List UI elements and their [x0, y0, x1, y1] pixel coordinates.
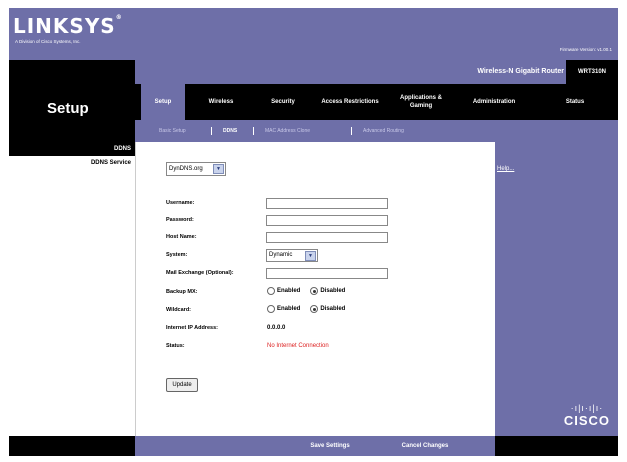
ddns-service-select[interactable]: DynDNS.org ▼ [166, 162, 226, 176]
wildcard-radio-group: Enabled Disabled [267, 305, 355, 313]
backup-mx-enabled-radio[interactable] [267, 287, 275, 295]
backup-mx-label: Backup MX: [166, 289, 198, 295]
help-panel: Help... ·ı|ı·ı|ı· CISCO [495, 142, 618, 436]
tab-administration[interactable]: Administration [457, 84, 531, 120]
backup-mx-radio-group: Enabled Disabled [267, 287, 355, 295]
router-admin-window: LINKSYS® A Division of Cisco Systems, In… [9, 8, 618, 456]
chevron-down-icon: ▼ [305, 251, 316, 261]
subtab-ddns[interactable]: DDNS [223, 120, 237, 142]
page-title: Setup [47, 100, 89, 117]
password-input[interactable] [266, 215, 388, 226]
ddns-service-value: DynDNS.org [169, 166, 203, 172]
subtab-advanced-routing[interactable]: Advanced Routing [363, 120, 404, 142]
subtab-separator [253, 127, 254, 135]
tab-security[interactable]: Security [257, 84, 309, 120]
system-select[interactable]: Dynamic ▼ [266, 249, 318, 262]
enabled-label: Enabled [277, 306, 301, 312]
subtab-mac-address-clone[interactable]: MAC Address Clone [265, 120, 310, 142]
system-label: System: [166, 252, 188, 258]
internet-ip-label: Internet IP Address: [166, 325, 218, 331]
disabled-label: Disabled [320, 306, 346, 312]
tab-setup[interactable]: Setup [141, 84, 185, 120]
ddns-form: DynDNS.org ▼ Username: Password: Host Na… [135, 142, 495, 436]
subtab-separator [211, 127, 212, 135]
wildcard-label: Wildcard: [166, 307, 192, 313]
sub-tabs: Basic Setup DDNS MAC Address Clone Advan… [135, 120, 618, 142]
tab-applications-gaming[interactable]: Applications & Gaming [389, 84, 453, 120]
password-label: Password: [166, 217, 194, 223]
cisco-wordmark: CISCO [563, 413, 610, 428]
section-subtitle: DDNS Service [90, 160, 131, 166]
cancel-changes-button[interactable]: Cancel Changes [389, 440, 461, 452]
save-settings-button[interactable]: Save Settings [301, 440, 359, 452]
tab-wireless[interactable]: Wireless [195, 84, 247, 120]
update-button[interactable]: Update [166, 378, 198, 392]
section-header: DDNS [9, 142, 135, 156]
enabled-label: Enabled [277, 288, 301, 294]
internet-ip-value: 0.0.0.0 [267, 325, 286, 331]
wildcard-enabled-radio[interactable] [267, 305, 275, 313]
backup-mx-disabled-radio[interactable] [310, 287, 319, 295]
product-name: Wireless-N Gigabit Router [477, 68, 564, 75]
subtab-basic-setup[interactable]: Basic Setup [159, 120, 186, 142]
hostname-input[interactable] [266, 232, 388, 243]
tab-access-restrictions[interactable]: Access Restrictions [319, 84, 381, 120]
subtab-separator [351, 127, 352, 135]
disabled-label: Disabled [320, 288, 346, 294]
linksys-logo: LINKSYS® [13, 14, 123, 38]
mail-exchange-label: Mail Exchange (Optional): [166, 270, 234, 276]
cisco-bars-icon: ·ı|ı·ı|ı· [570, 403, 604, 413]
status-value: No Internet Connection [267, 343, 329, 349]
username-label: Username: [166, 200, 195, 206]
page-title-box: Setup [9, 60, 135, 142]
main-tabs: Setup Wireless Security Access Restricti… [135, 84, 618, 120]
help-link[interactable]: Help... [497, 166, 514, 172]
status-label: Status: [166, 343, 185, 349]
section-title: DDNS [113, 146, 131, 152]
product-bar: Wireless-N Gigabit Router WRT310N [135, 60, 618, 84]
tab-status[interactable]: Status [535, 84, 615, 120]
model-number: WRT310N [566, 60, 618, 84]
username-input[interactable] [266, 198, 388, 209]
left-sidebar: DDNS DDNS Service [9, 142, 135, 436]
system-value: Dynamic [269, 252, 293, 258]
chevron-down-icon: ▼ [213, 164, 224, 174]
hostname-label: Host Name: [166, 234, 197, 240]
footer-actions: Save Settings Cancel Changes [135, 436, 495, 456]
mail-exchange-input[interactable] [266, 268, 388, 279]
top-header: LINKSYS® A Division of Cisco Systems, In… [9, 8, 618, 60]
cisco-logo: ·ı|ı·ı|ı· CISCO [564, 403, 610, 428]
wildcard-disabled-radio[interactable] [310, 305, 319, 313]
logo-subline: A Division of Cisco Systems, Inc. [15, 39, 81, 44]
firmware-version: Firmware Version: v1.00.1 [559, 47, 612, 52]
